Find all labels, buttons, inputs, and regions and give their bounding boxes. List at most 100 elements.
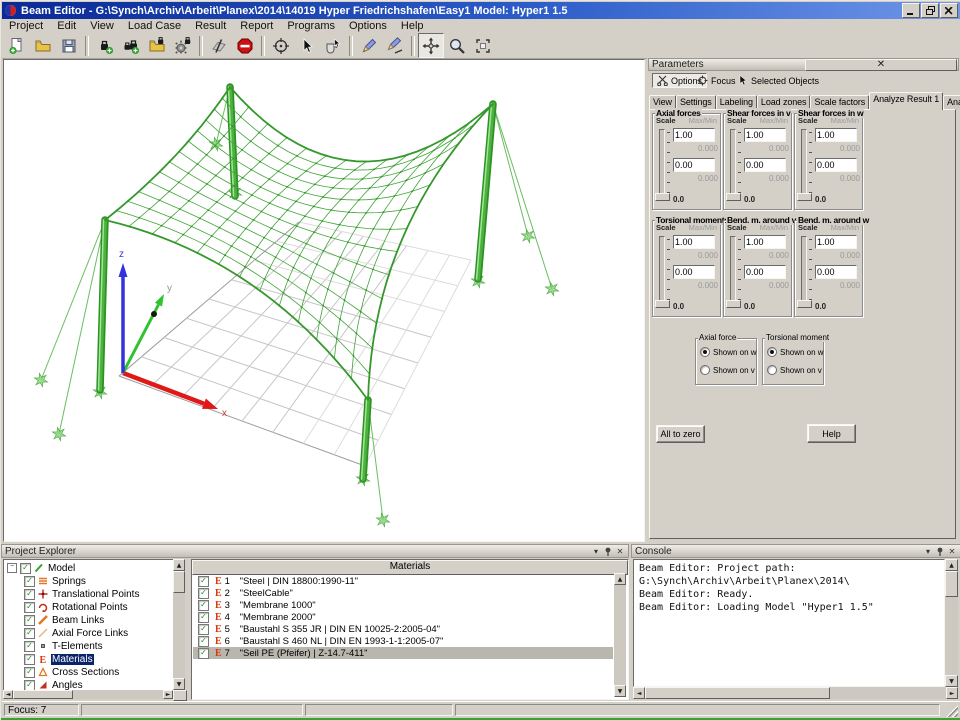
checkbox-checked-icon[interactable]: ✓ <box>198 612 209 623</box>
radio-shown-on-v[interactable]: Shown on v <box>700 365 755 375</box>
material-row[interactable]: ✓E5"Baustahl S 355 JR | DIN EN 10025-2:2… <box>193 623 613 635</box>
scale-value-input-2[interactable] <box>673 158 715 172</box>
pencil-button[interactable] <box>356 33 382 58</box>
slider-thumb[interactable] <box>726 300 741 308</box>
slider-thumb[interactable] <box>797 300 812 308</box>
scale-value-input[interactable] <box>744 235 786 249</box>
checkbox-checked-icon[interactable]: ✓ <box>24 628 35 639</box>
panel-tab-focus[interactable]: Focus <box>693 73 740 88</box>
radio-dot[interactable] <box>700 347 710 357</box>
tree-item-t-elements[interactable]: ✓T-Elements <box>24 640 104 652</box>
scale-slider[interactable] <box>730 236 736 305</box>
checkbox-checked-icon[interactable]: ✓ <box>24 667 35 678</box>
tree-vscrollbar[interactable]: ▲ ▼ <box>173 559 185 690</box>
tab-analyze-result-1[interactable]: Analyze Result 1 <box>869 92 943 110</box>
radio-shown-on-w[interactable]: Shown on w <box>700 347 757 357</box>
tree-item-materials[interactable]: ✓EMaterials <box>24 653 94 665</box>
folder-weight-button[interactable] <box>144 33 170 58</box>
floppy-save-button[interactable] <box>56 33 82 58</box>
tree-item-beam-links[interactable]: ✓Beam Links <box>24 614 105 626</box>
pin-icon[interactable] <box>934 546 946 557</box>
minimize-button[interactable] <box>902 3 920 18</box>
slider-thumb[interactable] <box>797 193 812 201</box>
scale-value-input-2[interactable] <box>673 265 715 279</box>
tree-item-rotational-points[interactable]: ✓Rotational Points <box>24 601 129 613</box>
checkbox-checked-icon[interactable]: ✓ <box>198 648 209 659</box>
panel-tab-selected-objects[interactable]: Selected Objects <box>734 73 823 88</box>
scale-value-input-2[interactable] <box>744 265 786 279</box>
close-pane-icon[interactable]: ✕ <box>614 546 626 557</box>
weight-plus-button[interactable] <box>92 33 118 58</box>
checkbox-checked-icon[interactable]: ✓ <box>20 563 31 574</box>
checkbox-checked-icon[interactable]: ✓ <box>24 641 35 652</box>
tree-item-cross-sections[interactable]: ✓Cross Sections <box>24 666 120 678</box>
scale-slider[interactable] <box>801 129 807 198</box>
checkbox-checked-icon[interactable]: ✓ <box>198 624 209 635</box>
checkbox-checked-icon[interactable]: ✓ <box>24 680 35 691</box>
scale-slider[interactable] <box>801 236 807 305</box>
console-vscrollbar[interactable]: ▲ ▼ <box>945 559 958 687</box>
tree-item-translational-points[interactable]: ✓Translational Points <box>24 588 140 600</box>
radio-dot[interactable] <box>767 365 777 375</box>
menu-help[interactable]: Help <box>394 20 431 32</box>
cursor-arrow-button[interactable] <box>294 33 320 58</box>
scale-slider[interactable] <box>730 129 736 198</box>
tree-item-axial-force-links[interactable]: ✓Axial Force Links <box>24 627 129 639</box>
menu-result[interactable]: Result <box>188 20 233 32</box>
tree-hscrollbar[interactable]: ◄ ► <box>3 690 173 699</box>
page-plus-button[interactable] <box>4 33 30 58</box>
radio-shown-on-v[interactable]: Shown on v <box>767 365 822 375</box>
scale-slider[interactable] <box>659 236 665 305</box>
checkbox-checked-icon[interactable]: ✓ <box>24 654 35 665</box>
magnifier-button[interactable] <box>444 33 470 58</box>
checkbox-checked-icon[interactable]: ✓ <box>198 588 209 599</box>
checkbox-checked-icon[interactable]: ✓ <box>24 602 35 613</box>
close-button[interactable] <box>940 3 958 18</box>
scale-value-input[interactable] <box>815 128 857 142</box>
resize-grip[interactable] <box>946 705 958 717</box>
scale-value-input-2[interactable] <box>815 265 857 279</box>
material-row[interactable]: ✓E1"Steel | DIN 18800:1990-11" <box>193 575 613 587</box>
viewport-3d[interactable]: xyz <box>3 59 645 542</box>
radio-dot[interactable] <box>767 347 777 357</box>
checkbox-checked-icon[interactable]: ✓ <box>24 576 35 587</box>
checkbox-checked-icon[interactable]: ✓ <box>24 589 35 600</box>
materials-vscrollbar[interactable]: ▲ ▼ <box>614 573 626 697</box>
restore-button[interactable] <box>921 3 939 18</box>
scale-value-input-2[interactable] <box>744 158 786 172</box>
radio-shown-on-w[interactable]: Shown on w <box>767 347 824 357</box>
pan-arrows-button[interactable] <box>418 33 444 58</box>
menu-options[interactable]: Options <box>342 20 394 32</box>
menu-project[interactable]: Project <box>2 20 50 32</box>
materials-header[interactable]: Materials <box>192 560 628 575</box>
checkbox-checked-icon[interactable]: ✓ <box>198 576 209 587</box>
scale-value-input-2[interactable] <box>815 158 857 172</box>
plane-slash-button[interactable] <box>206 33 232 58</box>
expand-icon[interactable]: − <box>7 563 17 573</box>
slider-thumb[interactable] <box>726 193 741 201</box>
chevron-down-icon[interactable]: ▾ <box>922 546 934 557</box>
checkbox-checked-icon[interactable]: ✓ <box>198 600 209 611</box>
material-row[interactable]: ✓E6"Baustahl S 460 NL | DIN EN 1993-1-1:… <box>193 635 613 647</box>
slider-thumb[interactable] <box>655 193 670 201</box>
chevron-down-icon[interactable]: ▾ <box>590 546 602 557</box>
menu-programs[interactable]: Programs <box>280 20 342 32</box>
close-pane-icon[interactable]: ✕ <box>946 546 958 557</box>
menu-view[interactable]: View <box>83 20 121 32</box>
menu-load-case[interactable]: Load Case <box>121 20 188 32</box>
parameters-close-icon[interactable]: ✕ <box>805 59 957 71</box>
gear-weight-button[interactable] <box>170 33 196 58</box>
pencil-line-button[interactable] <box>382 33 408 58</box>
radio-dot[interactable] <box>700 365 710 375</box>
crosshair-target-button[interactable] <box>268 33 294 58</box>
material-row[interactable]: ✓E2"SteelCable" <box>193 587 613 599</box>
folder-open-button[interactable] <box>30 33 56 58</box>
checkbox-checked-icon[interactable]: ✓ <box>198 636 209 647</box>
material-row[interactable]: ✓E4"Membrane 2000" <box>193 611 613 623</box>
help-button[interactable]: Help <box>807 424 856 443</box>
menu-report[interactable]: Report <box>233 20 280 32</box>
material-row[interactable]: ✓E7"Seil PE (Pfeifer) | Z-14.7-411" <box>193 647 613 659</box>
scale-value-input[interactable] <box>815 235 857 249</box>
scale-slider[interactable] <box>659 129 665 198</box>
checkbox-checked-icon[interactable]: ✓ <box>24 615 35 626</box>
